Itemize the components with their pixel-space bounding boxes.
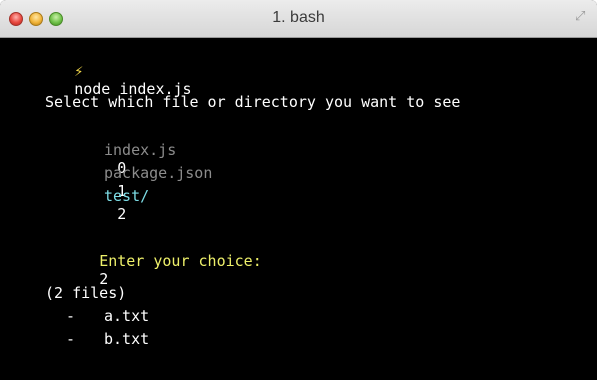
item-name: index.js: [104, 141, 177, 159]
file-bullet: -: [66, 307, 76, 325]
item-name: package.json: [104, 164, 213, 182]
lightning-bolt-icon: ⚡: [74, 62, 84, 80]
file-bullet: -: [66, 330, 76, 348]
terminal-window: 1. bash ⤢ ⚡ node index.js Select which f…: [0, 0, 597, 380]
fullscreen-arrows-icon[interactable]: ⤢: [575, 10, 589, 24]
question-text: Select which file or directory you want …: [45, 93, 461, 111]
summary-text: (2 files): [45, 284, 127, 302]
file-name: a.txt: [104, 307, 150, 325]
choice-label: Enter your choice:: [99, 252, 262, 270]
file-name: b.txt: [104, 330, 150, 348]
window-title: 1. bash: [272, 9, 325, 26]
item-name-directory: test/: [104, 187, 150, 205]
title-bar[interactable]: 1. bash ⤢: [0, 0, 597, 38]
item-index: 2: [117, 205, 127, 223]
terminal-body[interactable]: ⚡ node index.js Select which file or dir…: [0, 38, 597, 380]
